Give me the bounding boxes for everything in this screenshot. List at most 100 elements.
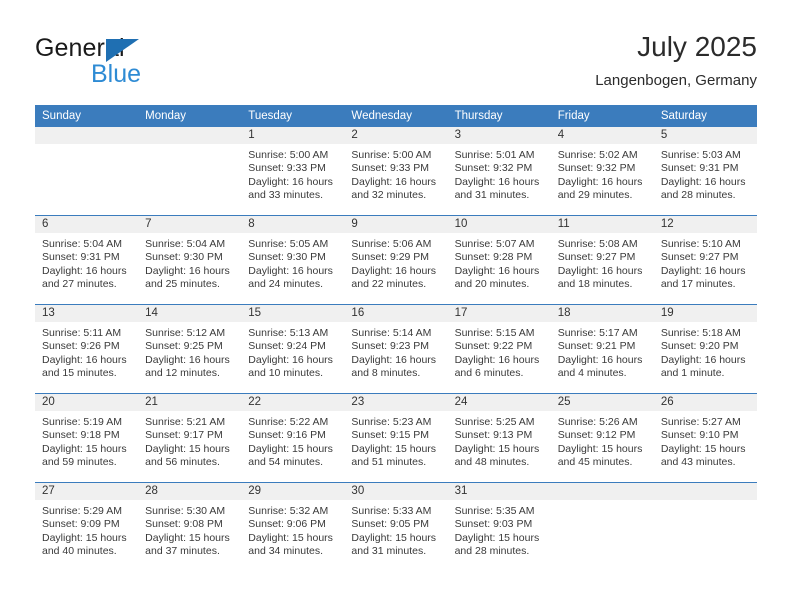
sunrise-text: Sunrise: 5:19 AM bbox=[42, 416, 122, 428]
day-cell[interactable]: 22 Sunrise: 5:22 AM Sunset: 9:16 PM Dayligh… bbox=[241, 394, 345, 482]
sunset-text: Sunset: 9:22 PM bbox=[454, 340, 533, 353]
day-cell[interactable]: 12 Sunrise: 5:10 AM Sunset: 9:27 PM Dayligh… bbox=[653, 216, 757, 304]
sunrise-text: Sunrise: 5:27 AM bbox=[660, 416, 741, 428]
day-cell[interactable]: 29 Sunrise: 5:32 AM Sunset: 9:06 PM Dayligh… bbox=[241, 483, 345, 571]
daylight-text: Daylight: 15 hours and 45 minutes. bbox=[557, 442, 643, 469]
day-number: 12 bbox=[653, 216, 757, 233]
day-details: Sunrise: 5:33 AM Sunset: 9:05 PM Daylight:… bbox=[344, 500, 447, 559]
day-details: Sunrise: 5:32 AM Sunset: 9:06 PM Daylight:… bbox=[241, 500, 344, 559]
calendar-day-cell: 21 Sunrise: 5:21 AM Sunset: 9:17 PM Dayligh… bbox=[138, 393, 242, 483]
calendar-day-cell: 14 Sunrise: 5:12 AM Sunset: 9:25 PM Dayligh… bbox=[138, 304, 242, 394]
day-cell[interactable]: 3 Sunrise: 5:01 AM Sunset: 9:32 PM Daylight… bbox=[447, 127, 551, 215]
day-cell[interactable]: 7 Sunrise: 5:04 AM Sunset: 9:30 PM Daylight… bbox=[138, 216, 242, 304]
day-number: 22 bbox=[241, 394, 345, 411]
sunrise-text: Sunrise: 5:10 AM bbox=[660, 238, 741, 250]
day-cell-empty bbox=[35, 127, 139, 215]
day-details: Sunrise: 5:18 AM Sunset: 9:20 PM Daylight:… bbox=[654, 322, 757, 381]
day-details: Sunrise: 5:13 AM Sunset: 9:24 PM Daylight:… bbox=[241, 322, 344, 381]
day-number: 8 bbox=[241, 216, 345, 233]
day-cell[interactable]: 11 Sunrise: 5:08 AM Sunset: 9:27 PM Dayligh… bbox=[550, 216, 654, 304]
day-details: Sunrise: 5:17 AM Sunset: 9:21 PM Daylight:… bbox=[551, 322, 654, 381]
calendar-day-cell: 27 Sunrise: 5:29 AM Sunset: 9:09 PM Dayligh… bbox=[35, 482, 139, 571]
day-cell[interactable]: 17 Sunrise: 5:15 AM Sunset: 9:22 PM Dayligh… bbox=[447, 305, 551, 393]
sunset-text: Sunset: 9:26 PM bbox=[42, 340, 120, 353]
calendar-day-cell: 8 Sunrise: 5:05 AM Sunset: 9:30 PM Daylight… bbox=[241, 215, 345, 305]
day-cell[interactable]: 24 Sunrise: 5:25 AM Sunset: 9:13 PM Dayligh… bbox=[447, 394, 551, 482]
day-cell[interactable]: 2 Sunrise: 5:00 AM Sunset: 9:33 PM Daylight… bbox=[344, 127, 448, 215]
day-cell[interactable]: 13 Sunrise: 5:11 AM Sunset: 9:26 PM Dayligh… bbox=[35, 305, 139, 393]
calendar-day-cell: 26 Sunrise: 5:27 AM Sunset: 9:10 PM Dayligh… bbox=[653, 393, 757, 483]
sunset-text: Sunset: 9:29 PM bbox=[351, 251, 430, 264]
day-number-band bbox=[653, 483, 757, 500]
weekday-header-tuesday: Tuesday bbox=[241, 105, 345, 127]
day-number: 25 bbox=[550, 394, 654, 411]
daylight-text: Daylight: 16 hours and 6 minutes. bbox=[454, 353, 540, 380]
day-cell[interactable]: 20 Sunrise: 5:19 AM Sunset: 9:18 PM Dayligh… bbox=[35, 394, 139, 482]
daylight-text: Daylight: 16 hours and 17 minutes. bbox=[660, 264, 746, 291]
sunset-text: Sunset: 9:03 PM bbox=[454, 518, 533, 531]
day-cell[interactable]: 10 Sunrise: 5:07 AM Sunset: 9:28 PM Dayligh… bbox=[447, 216, 551, 304]
day-details: Sunrise: 5:11 AM Sunset: 9:26 PM Daylight:… bbox=[35, 322, 138, 381]
day-cell-empty bbox=[138, 127, 242, 215]
calendar-day-cell: 12 Sunrise: 5:10 AM Sunset: 9:27 PM Dayligh… bbox=[653, 215, 757, 305]
sunset-text: Sunset: 9:09 PM bbox=[42, 518, 120, 531]
day-number: 10 bbox=[447, 216, 551, 233]
calendar-day-cell: 15 Sunrise: 5:13 AM Sunset: 9:24 PM Dayligh… bbox=[241, 304, 345, 394]
day-cell[interactable]: 19 Sunrise: 5:18 AM Sunset: 9:20 PM Dayligh… bbox=[653, 305, 757, 393]
day-cell[interactable]: 26 Sunrise: 5:27 AM Sunset: 9:10 PM Dayligh… bbox=[653, 394, 757, 482]
sunset-text: Sunset: 9:30 PM bbox=[145, 251, 223, 264]
day-cell[interactable]: 28 Sunrise: 5:30 AM Sunset: 9:08 PM Dayligh… bbox=[138, 483, 242, 571]
day-cell[interactable]: 27 Sunrise: 5:29 AM Sunset: 9:09 PM Dayligh… bbox=[35, 483, 139, 571]
sunset-text: Sunset: 9:13 PM bbox=[454, 429, 533, 442]
calendar-day-cell: 20 Sunrise: 5:19 AM Sunset: 9:18 PM Dayligh… bbox=[35, 393, 139, 483]
day-cell[interactable]: 9 Sunrise: 5:06 AM Sunset: 9:29 PM Daylight… bbox=[344, 216, 448, 304]
daylight-text: Daylight: 15 hours and 31 minutes. bbox=[351, 531, 437, 558]
daylight-text: Daylight: 15 hours and 34 minutes. bbox=[248, 531, 333, 558]
sunset-text: Sunset: 9:33 PM bbox=[351, 162, 430, 175]
daylight-text: Daylight: 16 hours and 18 minutes. bbox=[557, 264, 643, 291]
daylight-text: Daylight: 16 hours and 33 minutes. bbox=[248, 175, 333, 202]
day-details: Sunrise: 5:03 AM Sunset: 9:31 PM Daylight:… bbox=[654, 144, 757, 203]
sunrise-text: Sunrise: 5:07 AM bbox=[454, 238, 535, 250]
day-cell[interactable]: 31 Sunrise: 5:35 AM Sunset: 9:03 PM Dayligh… bbox=[447, 483, 551, 571]
calendar-day-cell: 11 Sunrise: 5:08 AM Sunset: 9:27 PM Dayligh… bbox=[550, 215, 654, 305]
calendar-day-cell-empty bbox=[138, 127, 242, 216]
day-cell[interactable]: 4 Sunrise: 5:02 AM Sunset: 9:32 PM Daylight… bbox=[550, 127, 654, 215]
day-details: Sunrise: 5:30 AM Sunset: 9:08 PM Daylight:… bbox=[138, 500, 241, 559]
day-number: 1 bbox=[241, 127, 345, 144]
day-number: 9 bbox=[344, 216, 448, 233]
daylight-text: Daylight: 15 hours and 40 minutes. bbox=[42, 531, 127, 558]
sunset-text: Sunset: 9:23 PM bbox=[351, 340, 430, 353]
day-details: Sunrise: 5:05 AM Sunset: 9:30 PM Daylight:… bbox=[241, 233, 344, 292]
day-cell[interactable]: 18 Sunrise: 5:17 AM Sunset: 9:21 PM Dayligh… bbox=[550, 305, 654, 393]
sunrise-text: Sunrise: 5:33 AM bbox=[351, 505, 432, 517]
sunrise-text: Sunrise: 5:17 AM bbox=[557, 327, 638, 339]
day-cell[interactable]: 25 Sunrise: 5:26 AM Sunset: 9:12 PM Dayligh… bbox=[550, 394, 654, 482]
day-number-band bbox=[550, 483, 654, 500]
day-cell[interactable]: 5 Sunrise: 5:03 AM Sunset: 9:31 PM Daylight… bbox=[653, 127, 757, 215]
general-blue-logo[interactable]: General Blue bbox=[35, 34, 275, 90]
calendar-day-cell: 3 Sunrise: 5:01 AM Sunset: 9:32 PM Daylight… bbox=[447, 127, 551, 216]
sunrise-text: Sunrise: 5:00 AM bbox=[248, 149, 329, 161]
daylight-text: Daylight: 16 hours and 10 minutes. bbox=[248, 353, 333, 380]
sunset-text: Sunset: 9:33 PM bbox=[248, 162, 326, 175]
day-details: Sunrise: 5:04 AM Sunset: 9:30 PM Daylight:… bbox=[138, 233, 241, 292]
daylight-text: Daylight: 15 hours and 54 minutes. bbox=[248, 442, 333, 469]
day-cell[interactable]: 15 Sunrise: 5:13 AM Sunset: 9:24 PM Dayligh… bbox=[241, 305, 345, 393]
calendar-day-cell: 5 Sunrise: 5:03 AM Sunset: 9:31 PM Daylight… bbox=[653, 127, 757, 216]
sunset-text: Sunset: 9:28 PM bbox=[454, 251, 533, 264]
sunrise-text: Sunrise: 5:21 AM bbox=[145, 416, 226, 428]
day-number: 2 bbox=[344, 127, 448, 144]
day-details: Sunrise: 5:10 AM Sunset: 9:27 PM Daylight:… bbox=[654, 233, 757, 292]
day-cell[interactable]: 23 Sunrise: 5:23 AM Sunset: 9:15 PM Dayligh… bbox=[344, 394, 448, 482]
day-cell[interactable]: 6 Sunrise: 5:04 AM Sunset: 9:31 PM Daylight… bbox=[35, 216, 139, 304]
day-cell[interactable]: 16 Sunrise: 5:14 AM Sunset: 9:23 PM Dayligh… bbox=[344, 305, 448, 393]
calendar-day-cell: 18 Sunrise: 5:17 AM Sunset: 9:21 PM Dayligh… bbox=[550, 304, 654, 394]
sunset-text: Sunset: 9:08 PM bbox=[145, 518, 223, 531]
day-cell[interactable]: 14 Sunrise: 5:12 AM Sunset: 9:25 PM Dayligh… bbox=[138, 305, 242, 393]
day-number: 13 bbox=[35, 305, 139, 322]
day-cell[interactable]: 8 Sunrise: 5:05 AM Sunset: 9:30 PM Daylight… bbox=[241, 216, 345, 304]
day-cell[interactable]: 30 Sunrise: 5:33 AM Sunset: 9:05 PM Dayligh… bbox=[344, 483, 448, 571]
day-cell[interactable]: 21 Sunrise: 5:21 AM Sunset: 9:17 PM Dayligh… bbox=[138, 394, 242, 482]
day-cell[interactable]: 1 Sunrise: 5:00 AM Sunset: 9:33 PM Daylight… bbox=[241, 127, 345, 215]
